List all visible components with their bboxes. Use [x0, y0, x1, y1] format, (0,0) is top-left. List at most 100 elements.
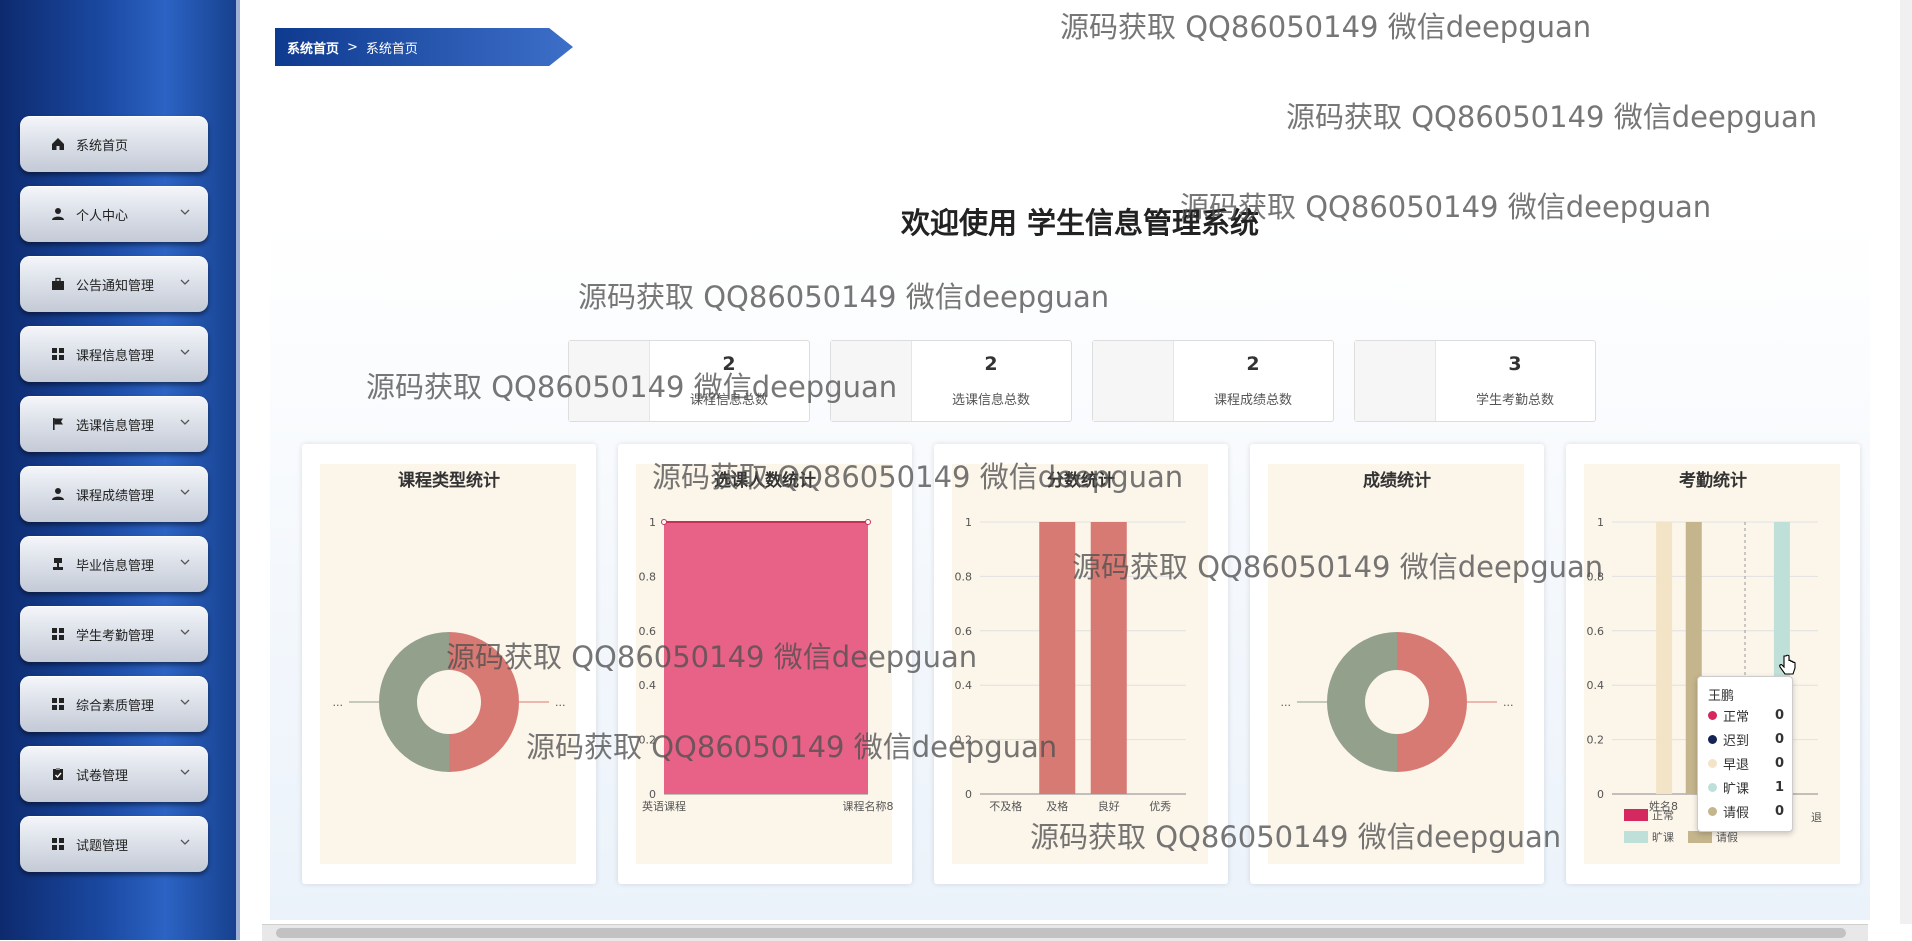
- sidebar-item-7[interactable]: 毕业信息管理: [20, 536, 208, 592]
- tooltip-row: 早退 0: [1708, 753, 1784, 773]
- legend-swatch[interactable]: [1688, 831, 1712, 843]
- pie-slice[interactable]: [379, 632, 449, 772]
- y-tick-label: 0: [1597, 788, 1604, 801]
- tooltip-series-dot: [1708, 710, 1717, 720]
- chart-title: 课程类型统计: [398, 471, 500, 491]
- stat-card: 3 学生考勤总数: [1354, 340, 1596, 422]
- y-tick-label: 0.2: [955, 734, 973, 747]
- chart-card: 分数统计 0 0.2 0.4 0.6 0.8 1 不及格 及格 良好 优秀: [934, 444, 1228, 884]
- bar[interactable]: [1039, 522, 1076, 794]
- stat-value: 2: [722, 353, 736, 375]
- sidebar-item-5[interactable]: 选课信息管理: [20, 396, 208, 452]
- y-tick-label: 0.6: [955, 625, 973, 638]
- vertical-scrollbar[interactable]: [1900, 0, 1912, 924]
- hand-cursor-icon: [1779, 654, 1796, 675]
- clipboard-icon: [50, 766, 66, 782]
- y-tick-label: 1: [649, 516, 656, 529]
- pie-slice-label: ...: [333, 696, 344, 709]
- tooltip-row: 迟到 0: [1708, 729, 1784, 749]
- bar[interactable]: [1090, 522, 1127, 794]
- sidebar-item-label: 系统首页: [76, 138, 129, 154]
- sidebar-item-6[interactable]: 课程成绩管理: [20, 466, 208, 522]
- breadcrumb: 系统首页 > 系统首页: [275, 28, 573, 66]
- home-icon: [50, 136, 66, 152]
- sidebar-item-label: 选课信息管理: [76, 418, 155, 434]
- sidebar-item-8[interactable]: 学生考勤管理: [20, 606, 208, 662]
- tooltip-series-dot: [1708, 806, 1717, 816]
- legend-swatch[interactable]: [1624, 831, 1648, 843]
- tooltip-series-name: 早退: [1723, 757, 1750, 773]
- sidebar-item-label: 毕业信息管理: [76, 558, 155, 574]
- x-tick-label: 良好: [1098, 799, 1120, 813]
- pie-slice[interactable]: [1397, 632, 1467, 772]
- tooltip-series-value: 1: [1774, 779, 1784, 795]
- grid-icon: [50, 626, 66, 642]
- sidebar-item-4[interactable]: 课程信息管理: [20, 326, 208, 382]
- sidebar-item-3[interactable]: 公告通知管理: [20, 256, 208, 312]
- pie-slice[interactable]: [449, 632, 519, 772]
- legend-label: 退: [1811, 811, 1822, 824]
- user-icon: [50, 206, 66, 222]
- sidebar: 系统首页个人中心公告通知管理 课程信息管理选课信息管理 课程成绩管理 毕业信息管理 学生…: [0, 0, 240, 940]
- tooltip-series-value: 0: [1774, 707, 1784, 723]
- y-tick-label: 0: [965, 788, 972, 801]
- tooltip-series-dot: [1708, 734, 1717, 744]
- bar[interactable]: [1656, 522, 1673, 794]
- y-tick-label: 1: [1597, 516, 1604, 529]
- x-tick-label: 英语课程: [642, 799, 686, 813]
- legend-label: 旷课: [1652, 830, 1674, 844]
- stat-label: 课程信息总数: [689, 393, 768, 408]
- tooltip-series-dot: [1708, 758, 1717, 768]
- chart-title: 分数统计: [1047, 471, 1115, 491]
- chevron-down-icon: [180, 694, 190, 708]
- chart-card: 成绩统计......: [1250, 444, 1544, 884]
- data-point[interactable]: [865, 519, 871, 525]
- legend-swatch[interactable]: [1624, 809, 1648, 821]
- breadcrumb-home[interactable]: 系统首页: [287, 38, 339, 57]
- sidebar-item-label: 综合素质管理: [76, 698, 155, 714]
- grid-icon: [50, 836, 66, 852]
- y-tick-label: 0.2: [639, 734, 657, 747]
- pie-slice-label: ...: [1503, 696, 1514, 709]
- chevron-down-icon: [180, 484, 190, 498]
- sidebar-item-11[interactable]: 试题管理: [20, 816, 208, 872]
- tooltip-series-name: 迟到: [1723, 733, 1750, 749]
- stat-icon-area: [1355, 341, 1436, 421]
- sidebar-item-2[interactable]: 个人中心: [20, 186, 208, 242]
- chart-svg: 0 0.2 0.4 0.6 0.8 1 不及格 及格 良好 优秀: [955, 516, 1186, 813]
- stat-icon-area: [1093, 341, 1174, 421]
- stat-label: 课程成绩总数: [1213, 393, 1292, 408]
- sidebar-item-1[interactable]: 系统首页: [20, 116, 208, 172]
- pie-slice[interactable]: [1327, 632, 1397, 772]
- breadcrumb-current: 系统首页: [365, 41, 418, 57]
- tooltip-series-value: 0: [1774, 755, 1784, 771]
- sidebar-item-label: 试题管理: [76, 838, 129, 854]
- y-tick-label: 0.4: [955, 679, 973, 692]
- stat-icon-area: [569, 341, 650, 421]
- sidebar-item-9[interactable]: 综合素质管理: [20, 676, 208, 732]
- tooltip-series-name: 请假: [1723, 805, 1750, 821]
- data-point[interactable]: [661, 519, 667, 525]
- chevron-down-icon: [180, 274, 190, 288]
- chevron-down-icon: [180, 834, 190, 848]
- scrollbar-thumb[interactable]: [276, 928, 1846, 938]
- area-fill: [664, 522, 868, 794]
- sidebar-item-label: 试卷管理: [76, 768, 129, 784]
- horizontal-scrollbar[interactable]: [262, 924, 1868, 941]
- chart-svg: 00.20.40.60.81英语课程 课程名称8: [639, 516, 894, 813]
- tooltip-row: 请假 0: [1708, 801, 1784, 821]
- briefcase-icon: [50, 276, 66, 292]
- page-title: 欢迎使用 学生信息管理系统: [900, 206, 1260, 240]
- sidebar-item-10[interactable]: 试卷管理: [20, 746, 208, 802]
- y-tick-label: 0.8: [955, 570, 973, 583]
- stat-value: 2: [984, 353, 998, 375]
- grid-icon: [50, 696, 66, 712]
- sidebar-item-label: 课程成绩管理: [76, 488, 155, 504]
- tooltip-series-name: 正常: [1723, 709, 1750, 725]
- stamp-icon: [50, 556, 66, 572]
- x-tick-label: 优秀: [1149, 800, 1171, 813]
- sidebar-item-label: 学生考勤管理: [76, 628, 155, 644]
- stat-card: 2 课程成绩总数: [1092, 340, 1334, 422]
- tooltip-series-value: 0: [1774, 803, 1784, 819]
- stat-label: 学生考勤总数: [1475, 393, 1554, 408]
